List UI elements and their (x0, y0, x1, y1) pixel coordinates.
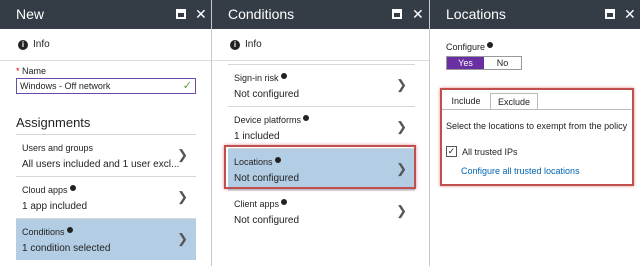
users-and-groups-item[interactable]: Users and groups All users included and … (16, 134, 196, 176)
close-icon[interactable]: ✕ (624, 6, 636, 22)
item-value: Not configured (234, 215, 300, 226)
configure-toggle[interactable]: Yes No (446, 56, 522, 70)
sign-in-risk-item[interactable]: Sign-in risk Not configured ❯ (228, 64, 415, 106)
info-icon (69, 185, 76, 191)
chevron-right-icon: ❯ (177, 147, 188, 162)
info-label: Info (245, 39, 262, 50)
info-icon (66, 227, 73, 233)
conditions-blade: Conditions ✕ i Info Sign-in risk Not con… (212, 0, 429, 266)
maximize-icon[interactable] (176, 6, 186, 22)
conditions-item[interactable]: Conditions 1 condition selected ❯ (16, 218, 196, 260)
close-icon[interactable]: ✕ (195, 6, 207, 22)
device-platforms-item[interactable]: Device platforms 1 included ❯ (228, 106, 415, 148)
item-value: 1 app included (22, 201, 88, 212)
close-icon[interactable]: ✕ (412, 6, 424, 22)
maximize-icon[interactable] (392, 6, 402, 22)
info-bar[interactable]: i Info (212, 29, 429, 61)
info-icon (487, 42, 494, 48)
item-value: 1 included (234, 131, 280, 142)
conditions-blade-header: Conditions ✕ (212, 0, 429, 29)
locations-blade-header: Locations ✕ (430, 0, 640, 29)
chevron-right-icon: ❯ (396, 77, 407, 92)
toggle-yes[interactable]: Yes (447, 57, 484, 69)
item-label: Device platforms (234, 115, 310, 125)
chevron-right-icon: ❯ (396, 203, 407, 218)
exclude-highlight (440, 88, 634, 186)
name-value: Windows - Off network (20, 81, 111, 91)
item-label: Conditions (22, 227, 73, 237)
item-value: Not configured (234, 89, 300, 100)
blade-title: New (16, 6, 45, 22)
chevron-right-icon: ❯ (396, 119, 407, 134)
checkmark-icon: ✓ (182, 80, 192, 92)
item-label: Users and groups (22, 143, 94, 153)
configure-label: Configure (446, 42, 494, 52)
maximize-icon[interactable] (605, 6, 615, 22)
toggle-no[interactable]: No (484, 57, 521, 69)
new-blade-header: New ✕ (0, 0, 211, 29)
info-icon (303, 115, 310, 121)
name-label: * Name (16, 66, 47, 76)
locations-highlight (224, 145, 416, 189)
blade-title: Conditions (228, 6, 295, 22)
client-apps-item[interactable]: Client apps Not configured ❯ (228, 190, 415, 232)
locations-blade: Locations ✕ Configure Yes No Include Exc… (430, 0, 640, 266)
new-blade: New ✕ i Info * Name Windows - Off networ… (0, 0, 211, 266)
chevron-right-icon: ❯ (177, 189, 188, 204)
info-icon: i (230, 40, 240, 50)
info-label: Info (33, 39, 50, 50)
item-value: 1 condition selected (22, 243, 111, 254)
chevron-right-icon: ❯ (177, 231, 188, 246)
item-label: Client apps (234, 199, 288, 209)
item-value: All users included and 1 user excl... (22, 159, 180, 170)
info-bar[interactable]: i Info (0, 29, 211, 61)
item-label: Cloud apps (22, 185, 76, 195)
cloud-apps-item[interactable]: Cloud apps 1 app included ❯ (16, 176, 196, 218)
info-icon (281, 199, 288, 205)
item-label: Sign-in risk (234, 73, 287, 83)
info-icon: i (18, 40, 28, 50)
info-icon (280, 73, 287, 79)
name-input[interactable]: Windows - Off network ✓ (16, 78, 196, 94)
blade-title: Locations (446, 6, 506, 22)
assignments-heading: Assignments (16, 115, 91, 130)
